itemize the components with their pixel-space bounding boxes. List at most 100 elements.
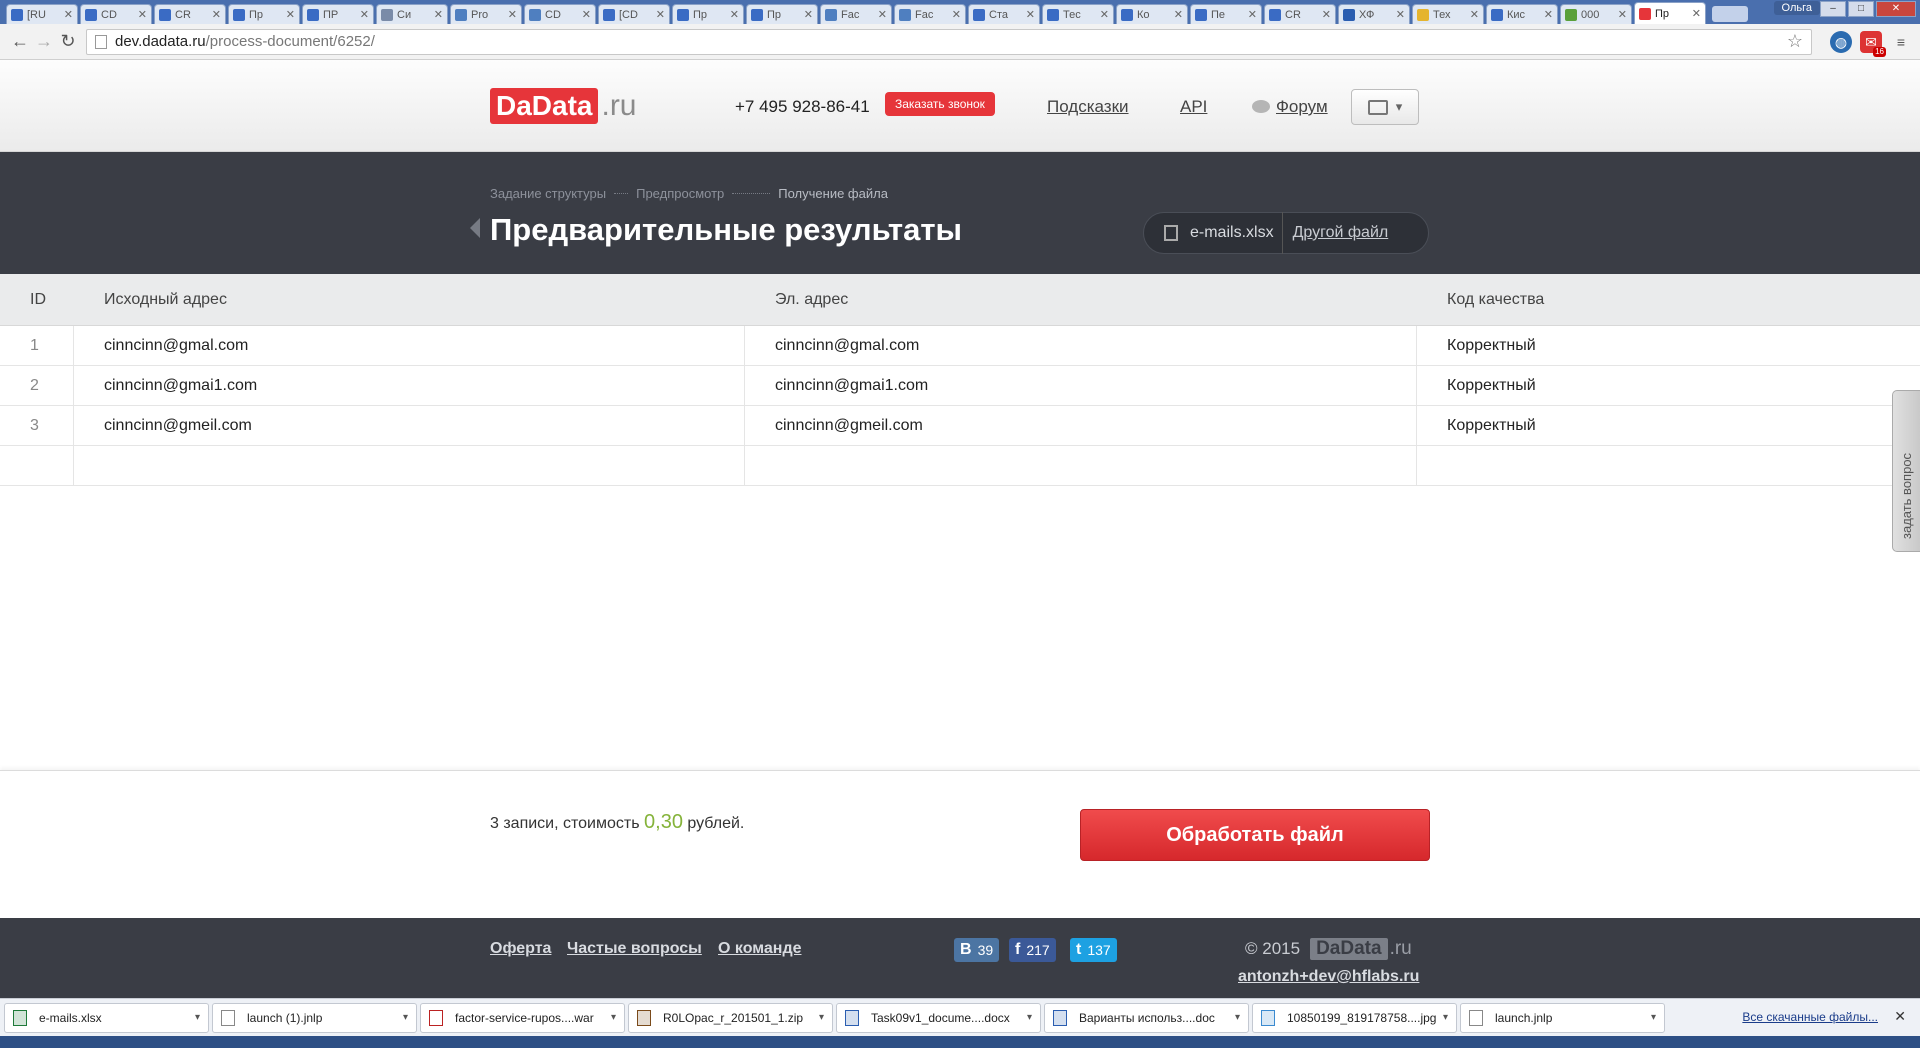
footer-faq-link[interactable]: Частые вопросы — [567, 940, 702, 958]
browser-tab[interactable]: 000 ✕ — [1560, 4, 1632, 24]
browser-tab[interactable]: CR ✕ — [154, 4, 226, 24]
browser-tab[interactable]: CD ✕ — [80, 4, 152, 24]
process-file-button[interactable]: Обработать файл — [1080, 809, 1430, 861]
browser-tab[interactable]: Pro ✕ — [450, 4, 522, 24]
extension-globe-icon[interactable]: ◍ — [1830, 30, 1852, 53]
browser-tab[interactable]: ХФ ✕ — [1338, 4, 1410, 24]
menu-icon[interactable]: ≡ — [1890, 31, 1912, 53]
download-item[interactable]: launch (1).jnlp ▾ — [212, 1002, 417, 1033]
browser-user-badge[interactable]: Ольга — [1773, 1, 1820, 15]
minimize-button[interactable]: – — [1820, 1, 1846, 17]
tab-close-icon[interactable]: ✕ — [1026, 8, 1035, 21]
chevron-down-icon[interactable]: ▾ — [1443, 1012, 1448, 1023]
browser-tab[interactable]: Кис ✕ — [1486, 4, 1558, 24]
browser-tab[interactable]: Fac ✕ — [894, 4, 966, 24]
tab-close-icon[interactable]: ✕ — [804, 8, 813, 21]
user-menu-button[interactable]: ▾ — [1351, 89, 1419, 125]
back-arrow-icon[interactable]: ← — [8, 31, 32, 52]
maximize-button[interactable]: □ — [1848, 1, 1874, 17]
tab-close-icon[interactable]: ✕ — [1618, 8, 1627, 21]
footer-offer-link[interactable]: Оферта — [490, 940, 551, 958]
ask-question-tab[interactable]: задать вопрос — [1892, 390, 1920, 552]
table-row-empty — [0, 446, 1920, 486]
browser-tab[interactable]: Тес ✕ — [1042, 4, 1114, 24]
browser-tab[interactable]: Тех ✕ — [1412, 4, 1484, 24]
download-item[interactable]: Task09v1_docume....docx ▾ — [836, 1002, 1041, 1033]
nav-forum-link[interactable]: Форум — [1276, 97, 1328, 116]
tab-close-icon[interactable]: ✕ — [360, 8, 369, 21]
facebook-share-button[interactable]: f 217 — [1009, 938, 1056, 962]
tab-close-icon[interactable]: ✕ — [1470, 8, 1479, 21]
chevron-down-icon[interactable]: ▾ — [403, 1012, 408, 1023]
tab-close-icon[interactable]: ✕ — [434, 8, 443, 21]
tab-close-icon[interactable]: ✕ — [582, 8, 591, 21]
nav-forum[interactable]: Форум — [1252, 97, 1328, 117]
nav-api-link[interactable]: API — [1180, 97, 1207, 117]
footer-team-link[interactable]: О команде — [718, 940, 802, 958]
tab-close-icon[interactable]: ✕ — [656, 8, 665, 21]
download-item[interactable]: R0LOpac_r_201501_1.zip ▾ — [628, 1002, 833, 1033]
browser-tab[interactable]: CR ✕ — [1264, 4, 1336, 24]
tab-close-icon[interactable]: ✕ — [64, 8, 73, 21]
gmail-icon[interactable]: ✉ 16 — [1860, 30, 1886, 57]
browser-tab[interactable]: CD ✕ — [524, 4, 596, 24]
browser-tab[interactable]: [RU ✕ — [6, 4, 78, 24]
tab-close-icon[interactable]: ✕ — [1544, 8, 1553, 21]
speech-bubble-icon — [1252, 100, 1270, 113]
chevron-down-icon[interactable]: ▾ — [1235, 1012, 1240, 1023]
close-window-button[interactable]: ✕ — [1876, 1, 1916, 17]
download-item[interactable]: Варианты использ....doc ▾ — [1044, 1002, 1249, 1033]
tab-close-icon[interactable]: ✕ — [1100, 8, 1109, 21]
browser-tab[interactable]: Си ✕ — [376, 4, 448, 24]
other-file-link[interactable]: Другой файл — [1293, 224, 1389, 242]
all-downloads-link[interactable]: Все скачанные файлы... — [1742, 1010, 1878, 1024]
tab-close-icon[interactable]: ✕ — [952, 8, 961, 21]
os-taskbar — [0, 1036, 1920, 1048]
download-item[interactable]: e-mails.xlsx ▾ — [4, 1002, 209, 1033]
footer-email-link[interactable]: antonzh+dev@hflabs.ru — [1238, 968, 1419, 986]
bookmark-star-icon[interactable]: ☆ — [1787, 31, 1803, 52]
forward-arrow-icon[interactable]: → — [32, 31, 56, 52]
tab-close-icon[interactable]: ✕ — [1692, 7, 1701, 20]
tab-close-icon[interactable]: ✕ — [1322, 8, 1331, 21]
dadata-logo[interactable]: DaData .ru — [490, 88, 637, 124]
tab-close-icon[interactable]: ✕ — [138, 8, 147, 21]
chevron-down-icon[interactable]: ▾ — [195, 1012, 200, 1023]
tab-close-icon[interactable]: ✕ — [508, 8, 517, 21]
tab-close-icon[interactable]: ✕ — [286, 8, 295, 21]
browser-tab[interactable]: Пр ✕ — [1634, 2, 1706, 24]
address-bar[interactable]: dev.dadata.ru /process-document/6252/ ☆ — [86, 28, 1812, 55]
tab-close-icon[interactable]: ✕ — [212, 8, 221, 21]
chevron-down-icon[interactable]: ▾ — [819, 1012, 824, 1023]
twitter-share-button[interactable]: t 137 — [1070, 938, 1117, 962]
browser-tab[interactable]: Fac ✕ — [820, 4, 892, 24]
nav-hints-link[interactable]: Подсказки — [1047, 97, 1129, 117]
browser-tab[interactable]: [CD ✕ — [598, 4, 670, 24]
tab-favicon-icon — [1343, 8, 1355, 21]
tab-close-icon[interactable]: ✕ — [1174, 8, 1183, 21]
download-item[interactable]: 10850199_819178758....jpg ▾ — [1252, 1002, 1457, 1033]
vk-share-button[interactable]: В 39 — [954, 938, 1000, 962]
reload-icon[interactable]: ↻ — [56, 31, 80, 52]
download-item[interactable]: factor-service-rupos....war ▾ — [420, 1002, 625, 1033]
tab-close-icon[interactable]: ✕ — [1248, 8, 1257, 21]
browser-tab[interactable]: Пр ✕ — [672, 4, 744, 24]
back-triangle-icon[interactable] — [470, 218, 480, 238]
close-icon[interactable]: ✕ — [1894, 1008, 1906, 1025]
chevron-down-icon[interactable]: ▾ — [611, 1012, 616, 1023]
new-tab-button[interactable] — [1712, 6, 1748, 22]
chevron-down-icon[interactable]: ▾ — [1027, 1012, 1032, 1023]
browser-tab[interactable]: Ста ✕ — [968, 4, 1040, 24]
browser-tab[interactable]: Пр ✕ — [746, 4, 818, 24]
chevron-down-icon[interactable]: ▾ — [1651, 1012, 1656, 1023]
browser-tab[interactable]: Ко ✕ — [1116, 4, 1188, 24]
browser-tab[interactable]: Пе ✕ — [1190, 4, 1262, 24]
tab-close-icon[interactable]: ✕ — [730, 8, 739, 21]
tab-close-icon[interactable]: ✕ — [878, 8, 887, 21]
callback-button[interactable]: Заказать звонок — [885, 92, 995, 116]
browser-tab[interactable]: ПР ✕ — [302, 4, 374, 24]
download-item[interactable]: launch.jnlp ▾ — [1460, 1002, 1665, 1033]
tab-close-icon[interactable]: ✕ — [1396, 8, 1405, 21]
step-structure[interactable]: Задание структуры — [490, 186, 606, 201]
browser-tab[interactable]: Пр ✕ — [228, 4, 300, 24]
